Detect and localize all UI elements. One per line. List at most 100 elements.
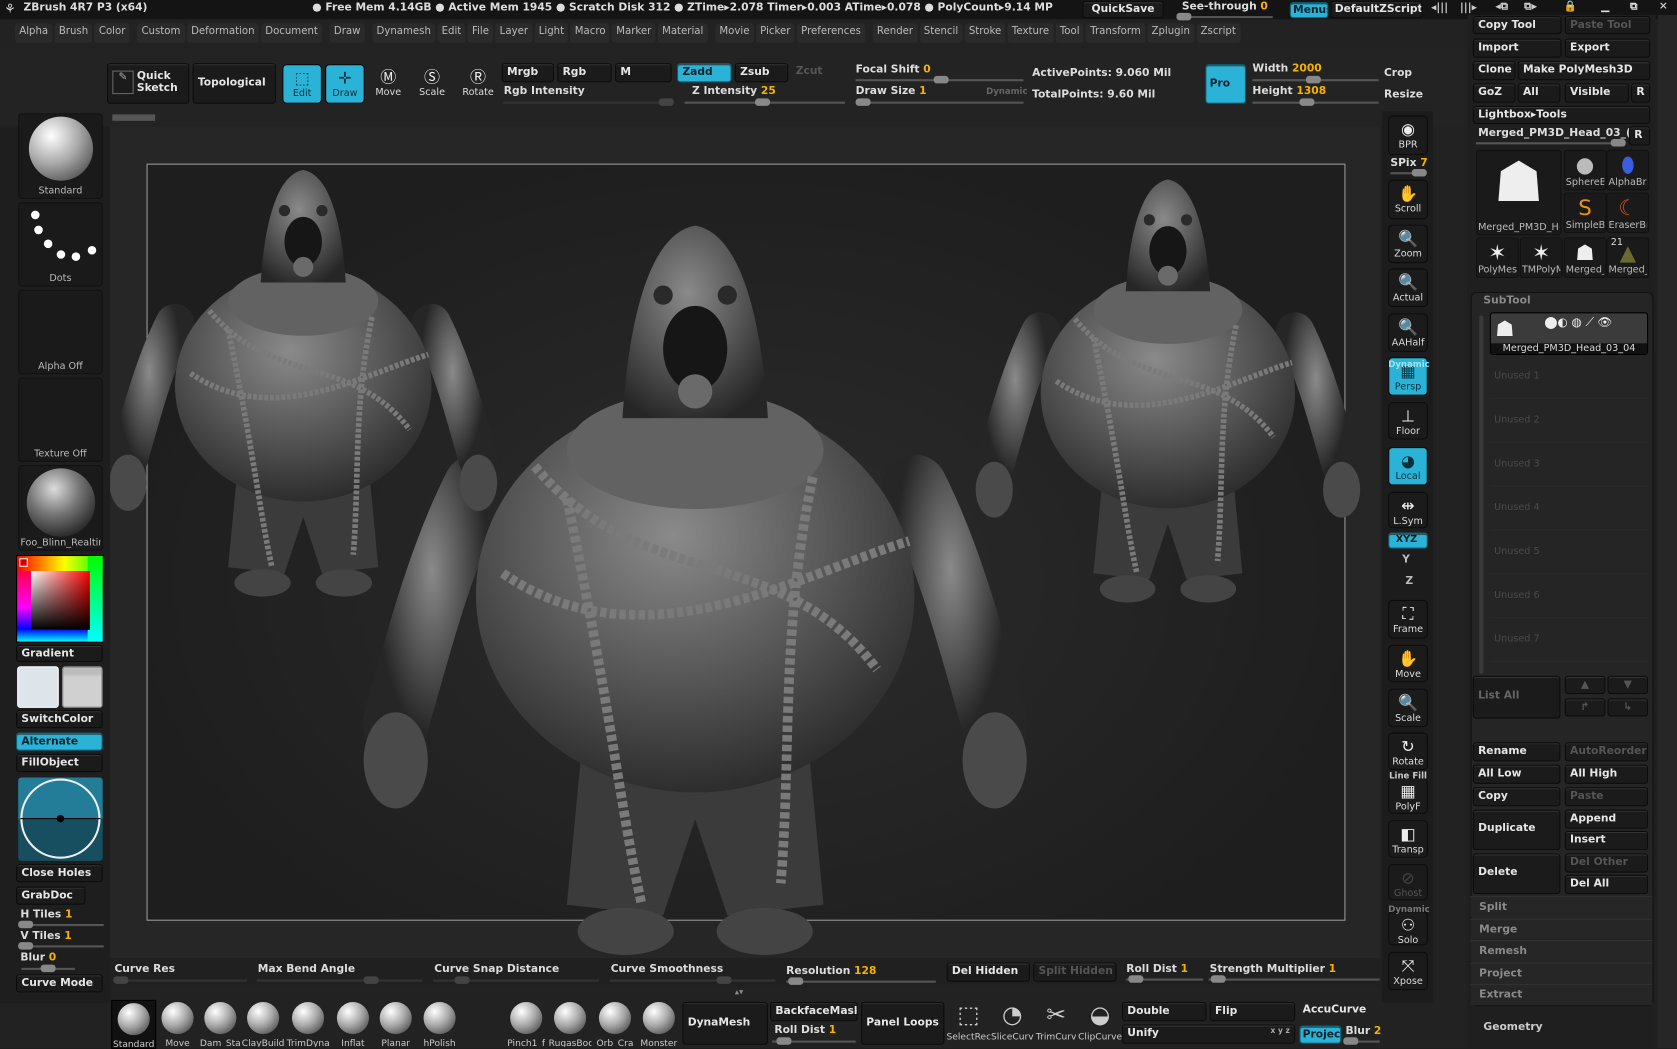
subtool-slot-empty[interactable]: Unused 5 xyxy=(1489,534,1649,575)
copy-tool-button[interactable]: Copy Tool xyxy=(1472,16,1562,35)
blur-shelf-slider[interactable] xyxy=(1343,1037,1380,1045)
minimize-icon[interactable]: ▁ xyxy=(1601,1,1609,13)
menu-layer[interactable]: Layer xyxy=(495,23,533,43)
section-project[interactable]: Project xyxy=(1470,962,1653,984)
resize-button[interactable]: Resize xyxy=(1384,89,1423,101)
transp-button[interactable]: ◧ Transp xyxy=(1388,820,1428,858)
move-in-button[interactable]: ↳ xyxy=(1607,698,1649,717)
menu-light[interactable]: Light xyxy=(534,23,569,43)
subtool-item-selected[interactable]: ☗ ⬤◐ ◍ ⟋ 👁 Merged_PM3D_Head_03_04 xyxy=(1489,312,1649,356)
color-picker[interactable] xyxy=(16,555,104,643)
quick-sketch-button[interactable]: ✎ Quick Sketch xyxy=(106,63,190,104)
menu-marker[interactable]: Marker xyxy=(611,23,656,43)
paste-subtool-button[interactable]: Paste xyxy=(1564,787,1649,807)
lock-icon[interactable]: 🔒 xyxy=(1564,1,1577,13)
roll-dist-shelf-slider[interactable] xyxy=(772,1037,856,1045)
tool-thumb[interactable]: ✶PolyMesh xyxy=(1475,237,1519,279)
layout-prev-icon[interactable]: ◂⧉ xyxy=(1495,1,1508,13)
menu-zscript[interactable]: Zscript xyxy=(1196,23,1241,43)
aahalf-button[interactable]: 🔍 AAHalf xyxy=(1388,313,1428,352)
switchcolor-button[interactable]: SwitchColor xyxy=(16,710,103,729)
import-button[interactable]: Import xyxy=(1472,38,1562,58)
tool-thumb[interactable]: ⬮AlphaBrus xyxy=(1606,149,1650,191)
menu-transform[interactable]: Transform xyxy=(1085,23,1146,43)
bpr-button[interactable]: ◉ BPR xyxy=(1388,115,1428,156)
flip-button[interactable]: Flip xyxy=(1209,1002,1296,1022)
z-symmetry-button[interactable]: Z xyxy=(1405,575,1413,587)
del-hidden-button[interactable]: Del Hidden xyxy=(946,962,1030,982)
close-holes-button[interactable]: Close Holes xyxy=(16,864,103,883)
autoreorder-button[interactable]: AutoReorder xyxy=(1564,742,1649,762)
rotate-button[interactable]: Ⓡ Rotate xyxy=(460,64,496,104)
strength-multiplier-slider[interactable] xyxy=(1208,975,1380,983)
xpose-button[interactable]: ⤧ Xpose xyxy=(1388,951,1428,991)
menu-picker[interactable]: Picker xyxy=(755,23,795,43)
menu-render[interactable]: Render xyxy=(872,23,918,43)
max-bend-angle-slider[interactable] xyxy=(256,976,423,984)
export-button[interactable]: Export xyxy=(1564,38,1651,58)
insert-button[interactable]: Insert xyxy=(1564,830,1649,851)
layout-next-icon[interactable]: ⧉▸ xyxy=(1524,1,1537,13)
brush-move[interactable]: Move xyxy=(156,1000,199,1047)
section-extract[interactable]: Extract xyxy=(1470,984,1653,1006)
zsub-button[interactable]: Zsub xyxy=(734,63,789,83)
width-slider[interactable] xyxy=(1252,75,1379,84)
menu-stroke[interactable]: Stroke xyxy=(964,23,1006,43)
double-button[interactable]: Double xyxy=(1121,1002,1207,1022)
brush-standard[interactable]: Standard xyxy=(111,999,157,1049)
clone-button[interactable]: Clone xyxy=(1472,60,1516,81)
polypaint-toggle-icon[interactable]: ⬤◐ ◍ ⟋ 👁 xyxy=(1544,315,1612,330)
frame-button[interactable]: ⛶ Frame xyxy=(1388,599,1428,639)
goz-button[interactable]: GoZ xyxy=(1472,83,1516,103)
menu-texture[interactable]: Texture xyxy=(1007,23,1054,43)
see-through-slider[interactable] xyxy=(1176,12,1273,21)
pro-button[interactable]: Pro xyxy=(1205,64,1246,104)
focal-shift-slider[interactable] xyxy=(855,75,1024,84)
draw-size-slider[interactable] xyxy=(855,98,1024,106)
delete-button[interactable]: Delete xyxy=(1472,853,1561,895)
brush-rugasboo[interactable]: RugasBoo xyxy=(549,1000,591,1047)
brush-hpolish[interactable]: hPolish xyxy=(418,1000,461,1047)
tool-thumb[interactable]: ✶ TMPolyM xyxy=(1519,237,1563,279)
del-other-button[interactable]: Del Other xyxy=(1564,853,1649,873)
menu-movie[interactable]: Movie xyxy=(715,23,754,43)
saturation-square[interactable] xyxy=(31,571,90,630)
zadd-button[interactable]: Zadd xyxy=(677,63,732,83)
subtool-slot-empty[interactable]: Unused 4 xyxy=(1489,490,1649,531)
ghost-button[interactable]: ⊘ Ghost xyxy=(1388,864,1428,901)
m-button[interactable]: M xyxy=(614,63,672,83)
dynamesh-button[interactable]: DynaMesh xyxy=(682,1002,768,1045)
scroll-button[interactable]: ✋ Scroll xyxy=(1388,179,1428,220)
accucurve-button[interactable]: AccuCurve xyxy=(1298,1002,1379,1021)
tool-thumb[interactable]: SSimpleBru xyxy=(1563,192,1607,234)
menu-draw[interactable]: Draw xyxy=(329,23,365,43)
project-button[interactable]: Projec xyxy=(1299,1025,1342,1044)
all-low-button[interactable]: All Low xyxy=(1472,764,1561,784)
edit-button[interactable]: ⬚ Edit xyxy=(282,64,322,104)
tray-left-icon[interactable]: ◂||| xyxy=(1431,2,1448,14)
resolution-slider[interactable] xyxy=(786,977,936,985)
make-polymesh3d-button[interactable]: Make PolyMesh3D xyxy=(1517,60,1651,81)
move-button[interactable]: ✋ Move xyxy=(1388,644,1428,683)
grabdoc-button[interactable]: GrabDoc xyxy=(16,886,86,905)
lsym-button[interactable]: ⇹ L.Sym xyxy=(1388,491,1428,529)
copy-subtool-button[interactable]: Copy xyxy=(1472,787,1561,807)
menu-material[interactable]: Material xyxy=(657,23,708,43)
stroke-picker[interactable]: Dots xyxy=(18,202,103,287)
tool-thumb[interactable]: ☗ Merged_PM3D_He xyxy=(1475,149,1562,236)
section-merge[interactable]: Merge xyxy=(1470,918,1653,940)
material-picker[interactable]: Foo_Blinn_Realtime xyxy=(18,465,103,551)
light-position-picker[interactable] xyxy=(18,777,103,861)
brush-planar[interactable]: Planar xyxy=(374,1000,417,1047)
brush-picker[interactable]: Standard xyxy=(18,113,103,199)
curve-smoothness-slider[interactable] xyxy=(609,976,776,984)
floor-button[interactable]: ⊥ Floor xyxy=(1388,402,1428,440)
height-slider[interactable] xyxy=(1252,98,1379,106)
menu-stencil[interactable]: Stencil xyxy=(919,23,963,43)
tool-slider[interactable] xyxy=(1475,139,1626,147)
menu-custom[interactable]: Custom xyxy=(137,23,185,43)
move-up-button[interactable]: ▲ xyxy=(1564,675,1606,695)
v-tiles-slider[interactable] xyxy=(18,942,104,950)
local-button[interactable]: ◕ Local xyxy=(1388,447,1428,486)
panel-loops-button[interactable]: Panel Loops xyxy=(860,1002,945,1045)
